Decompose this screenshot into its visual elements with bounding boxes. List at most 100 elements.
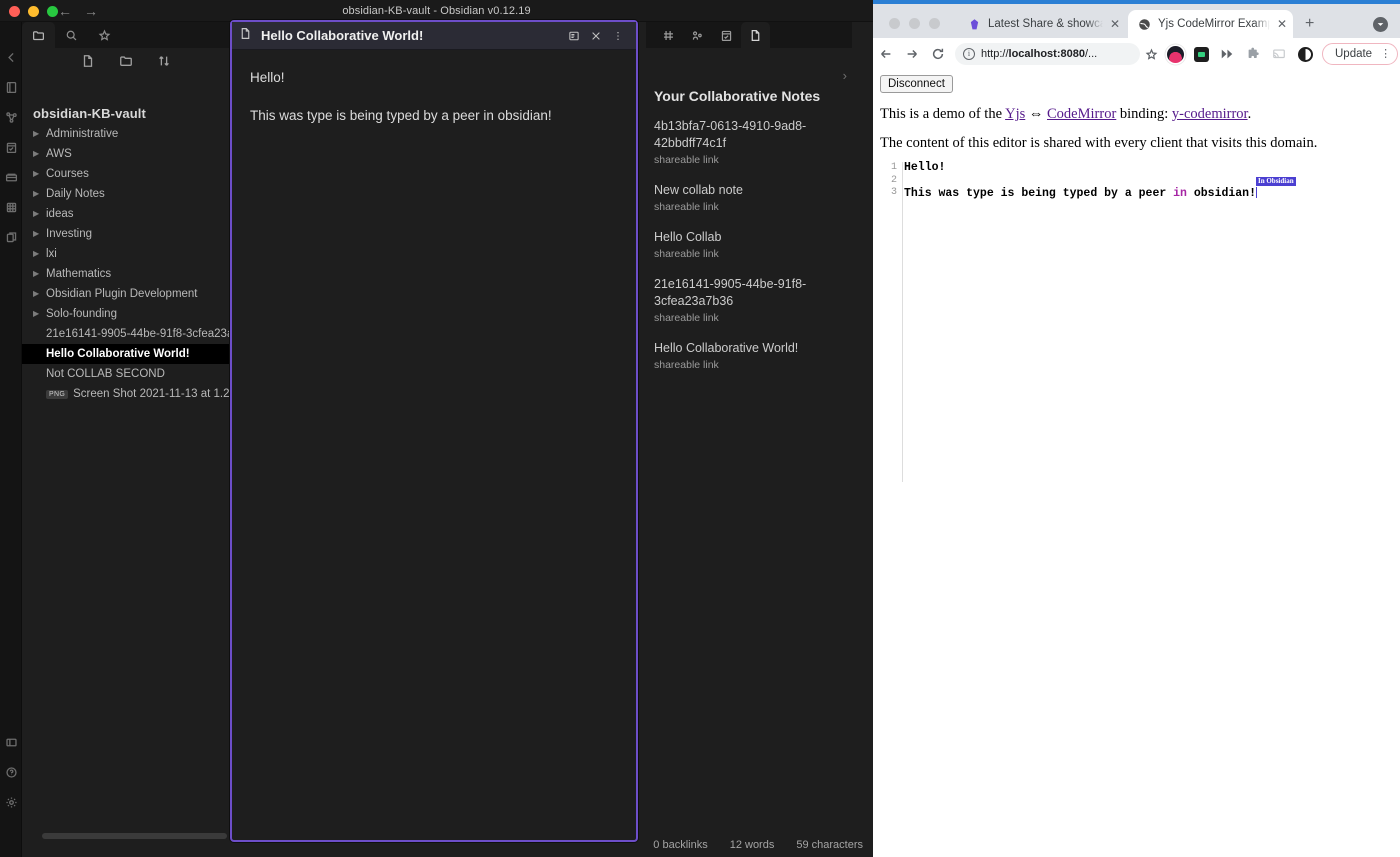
browser-minimize-window-button[interactable] [909,18,920,29]
left-pane-actions [22,50,229,76]
settings-gear-icon[interactable] [0,787,22,817]
bookmark-star-icon[interactable] [1140,47,1162,61]
shareable-link[interactable]: shareable link [654,154,844,166]
shareable-link[interactable]: shareable link [654,312,844,324]
daily-note-icon[interactable] [0,132,22,162]
codemirror-editor[interactable]: 1 2 3 Hello! This was type is being type… [880,161,1395,482]
tree-file[interactable]: 21e16141-9905-44be-91f8-3cfea23a7b [22,324,246,344]
tree-folder[interactable]: ▶ Solo-founding [22,304,229,324]
profile-icon[interactable] [1373,17,1388,32]
help-icon[interactable] [0,757,22,787]
editor-lines[interactable]: Hello! This was type is being typed by a… [904,161,1296,201]
close-icon[interactable] [585,30,607,42]
file-label: Not COLLAB SECOND [46,368,165,380]
modal-paragraph-1: Hello! [250,70,285,85]
list-item[interactable]: Hello Collab shareable link [654,229,844,260]
plus-icon[interactable]: + [1305,16,1314,32]
list-item[interactable]: New collab note shareable link [654,182,844,213]
demo-description-paragraph: This is a demo of the Yjs ⇔ CodeMirror b… [880,105,1251,123]
tab-tags[interactable] [654,22,683,48]
modal-paragraph-2: This was type is being typed by a peer i… [250,108,552,123]
tree-folder[interactable]: ▶ Courses [22,164,229,184]
status-backlinks: 0 backlinks [653,839,708,851]
dark-square-extension-icon[interactable] [1188,46,1214,62]
file-label: 21e16141-9905-44be-91f8-3cfea23a7b [46,328,247,340]
para1-mid2: binding: [1116,106,1172,122]
tab-file-explorer[interactable] [22,22,55,48]
cast-icon[interactable] [1266,47,1292,61]
tab-search[interactable] [55,22,88,48]
arrow-right-icon[interactable] [899,47,925,61]
new-folder-icon[interactable] [119,54,133,73]
reload-icon[interactable] [925,47,951,61]
codemirror-link[interactable]: CodeMirror [1047,106,1116,122]
sort-icon[interactable] [157,54,171,73]
tree-file[interactable]: Not COLLAB SECOND [22,364,229,384]
tree-file[interactable]: PNG Screen Shot 2021-11-13 at 1.23.31 I [22,384,258,404]
list-item[interactable]: 21e16141-9905-44be-91f8-3cfea23a7b36 sha… [654,276,844,324]
y-codemirror-link[interactable]: y-codemirror [1172,106,1248,122]
tree-folder[interactable]: ▶ Administrative [22,124,229,144]
shareable-link[interactable]: shareable link [654,201,844,213]
tree-file-active[interactable]: Hello Collaborative World! [22,344,229,364]
more-options-icon[interactable] [607,30,629,42]
folder-label: Courses [46,168,89,180]
browser-tab-inactive[interactable]: Latest Share & showcase ✕ [958,10,1126,38]
list-item[interactable]: 4b13bfa7-0613-4910-9ad8-42bbdff74c1f sha… [654,118,844,166]
editor-line: This was type is being typed by a peer i… [904,177,1296,201]
editor-text-after: obsidian! [1186,187,1256,200]
puzzle-extensions-icon[interactable] [1240,47,1266,61]
tree-folder[interactable]: ▶ AWS [22,144,229,164]
tab-outline[interactable] [712,22,741,48]
reading-view-icon[interactable] [563,30,585,42]
dark-reader-icon[interactable] [1292,46,1318,62]
collapse-sidebar-icon[interactable] [0,42,22,72]
info-icon[interactable]: i [963,48,975,60]
shareable-link[interactable]: shareable link [654,248,844,260]
arrow-left-icon[interactable] [873,47,899,61]
tree-folder[interactable]: ▶ Investing [22,224,229,244]
tree-folder[interactable]: ▶ lxi [22,244,229,264]
command-palette-icon[interactable] [0,162,22,192]
update-label: Update [1335,48,1373,60]
quick-switcher-icon[interactable] [0,222,22,252]
shareable-link[interactable]: shareable link [654,359,844,371]
address-bar[interactable]: i http://localhost:8080/... [955,43,1140,65]
tree-folder[interactable]: ▶ ideas [22,204,229,224]
close-icon[interactable]: ✕ [1277,18,1287,30]
obsidian-ribbon [0,22,22,857]
browser-close-window-button[interactable] [889,18,900,29]
update-button[interactable]: Update ⋮ [1322,43,1399,65]
status-character-count: 59 characters [796,839,863,851]
pink-circle-extension-icon[interactable] [1162,45,1188,63]
editor-text-before: This was type is being typed by a peer [904,187,1174,200]
note-name: 21e16141-9905-44be-91f8-3cfea23a7b36 [654,277,807,308]
editor-line-number-gutter: 1 2 3 [880,162,903,482]
browser-traffic-lights[interactable] [889,18,940,29]
toggle-panel-icon[interactable] [0,727,22,757]
templates-icon[interactable] [0,192,22,222]
remote-cursor-label: In Obsidian [1255,177,1296,186]
list-item[interactable]: Hello Collaborative World! shareable lin… [654,340,844,371]
kebab-menu-icon[interactable]: ⋮ [1380,49,1391,60]
tab-backlinks[interactable] [683,22,712,48]
browser-tab-active[interactable]: Yjs CodeMirror Example ✕ [1128,10,1293,38]
yjs-link[interactable]: Yjs [1005,106,1025,122]
new-note-icon[interactable] [81,54,95,73]
fast-forward-extension-icon[interactable] [1214,47,1240,61]
open-vault-icon[interactable] [0,72,22,102]
tab-starred[interactable] [88,22,121,48]
modal-body[interactable]: Hello! This was type is being typed by a… [232,50,636,162]
close-icon[interactable]: ✕ [1110,18,1120,30]
graph-view-icon[interactable] [0,102,22,132]
collapse-right-pane-icon[interactable]: › [843,68,847,83]
remote-cursor: In Obsidian [1255,177,1296,201]
tree-folder[interactable]: ▶ Obsidian Plugin Development [22,284,229,304]
tab-collaborative-notes[interactable] [741,22,770,48]
left-pane-horizontal-scrollbar[interactable] [42,833,227,839]
tree-folder[interactable]: ▶ Mathematics [22,264,229,284]
browser-maximize-window-button[interactable] [929,18,940,29]
disconnect-button[interactable]: Disconnect [880,75,953,93]
editor-line-empty [904,175,1257,188]
tree-folder[interactable]: ▶ Daily Notes [22,184,229,204]
